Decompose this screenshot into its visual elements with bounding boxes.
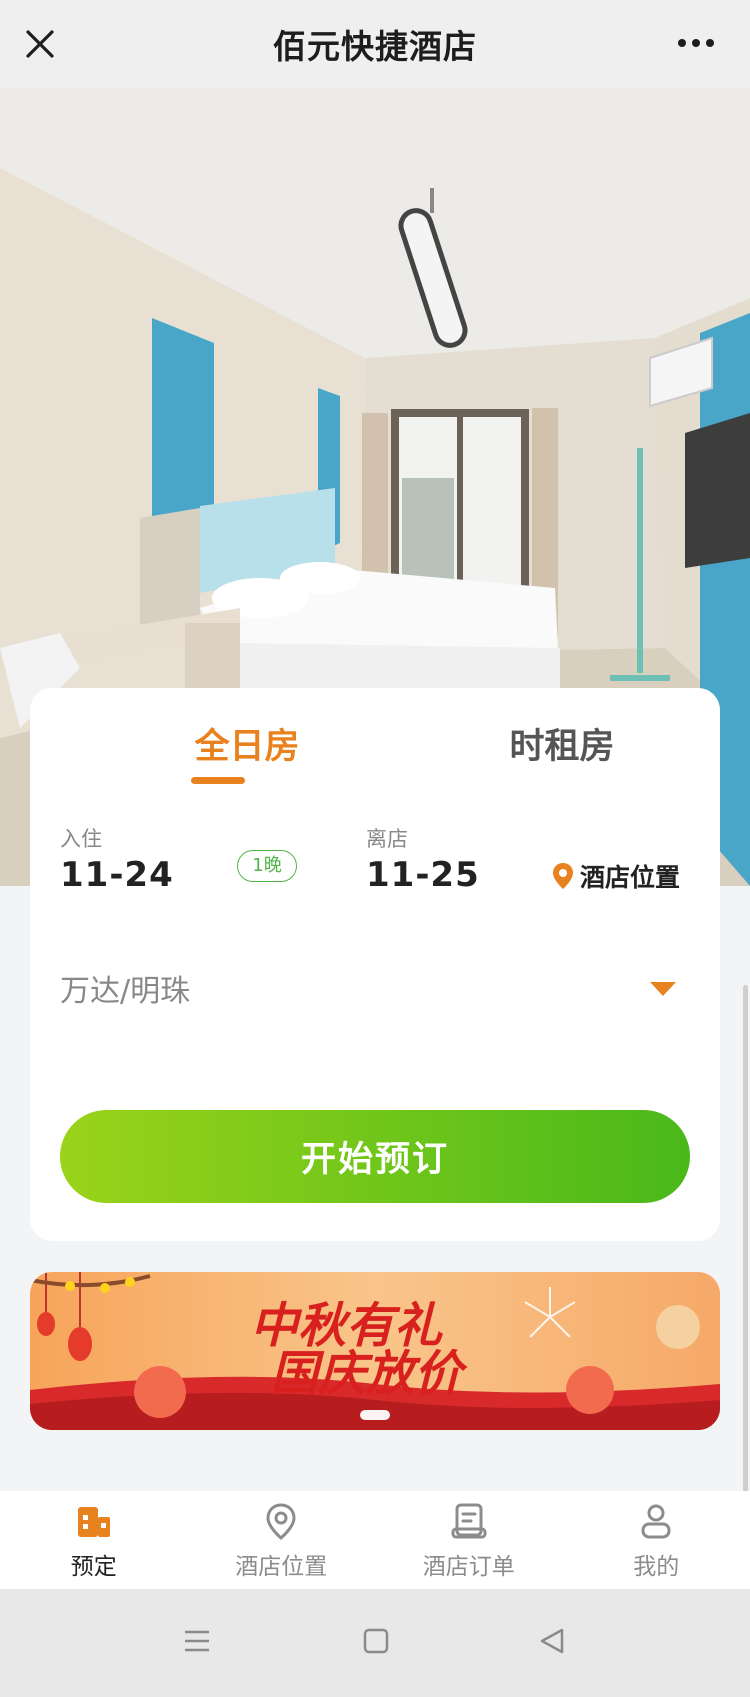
district-value: 万达/明珠 <box>60 974 191 1009</box>
tab-hourly[interactable]: 时租房 <box>442 718 682 769</box>
checkin-label: 入住 <box>60 827 102 851</box>
nav-label-orders: 酒店订单 <box>422 1554 515 1580</box>
svg-text:国庆放价: 国庆放价 <box>270 1348 468 1401</box>
person-icon <box>641 1504 671 1539</box>
building-icon <box>77 1507 110 1537</box>
page-title: 佰元快捷酒店 <box>273 27 477 66</box>
nights-badge: 1晚 <box>237 850 297 882</box>
checkout-date[interactable]: 11-25 <box>366 855 480 895</box>
system-nav-bar <box>0 1589 750 1697</box>
promo-banner[interactable]: 中秋有礼 国庆放价 <box>30 1272 720 1430</box>
svg-text:中秋有礼: 中秋有礼 <box>250 1300 443 1353</box>
location-pin-icon <box>553 863 573 889</box>
tab-full-day[interactable]: 全日房 <box>127 718 367 769</box>
back-triangle-icon[interactable] <box>538 1627 566 1655</box>
caret-down-icon <box>650 982 676 996</box>
hotel-location-link[interactable]: 酒店位置 <box>552 858 680 894</box>
top-bar: 佰元快捷酒店 <box>0 0 750 88</box>
scrollbar[interactable] <box>743 985 748 1555</box>
booking-card: 全日房 时租房 入住 11-24 1晚 离店 11-25 酒店位置 万达/明珠 … <box>30 688 720 1241</box>
nav-item-booking[interactable]: 预定 <box>0 1491 188 1589</box>
menu-icon[interactable] <box>183 1627 211 1655</box>
location-pin-icon <box>266 1503 296 1540</box>
district-select[interactable]: 万达/明珠 <box>60 958 690 1018</box>
home-square-icon[interactable] <box>362 1627 390 1655</box>
nav-item-profile[interactable]: 我的 <box>563 1491 750 1589</box>
bottom-nav: 预定 酒店位置 酒店订单 我的 <box>0 1491 750 1589</box>
start-booking-button[interactable]: 开始预订 <box>60 1110 690 1203</box>
hotel-location-label: 酒店位置 <box>580 863 681 892</box>
nav-item-orders[interactable]: 酒店订单 <box>375 1491 563 1589</box>
nav-label-location: 酒店位置 <box>235 1554 328 1580</box>
nav-label-booking: 预定 <box>70 1554 117 1580</box>
nav-label-profile: 我的 <box>633 1554 680 1580</box>
nav-item-location[interactable]: 酒店位置 <box>188 1491 376 1589</box>
active-tab-indicator <box>191 777 245 784</box>
more-dots-icon[interactable] <box>676 30 716 56</box>
checkin-date[interactable]: 11-24 <box>60 855 174 895</box>
order-icon <box>451 1503 487 1539</box>
close-icon[interactable] <box>22 26 58 62</box>
banner-page-indicator <box>360 1410 390 1420</box>
checkout-label: 离店 <box>366 827 408 851</box>
